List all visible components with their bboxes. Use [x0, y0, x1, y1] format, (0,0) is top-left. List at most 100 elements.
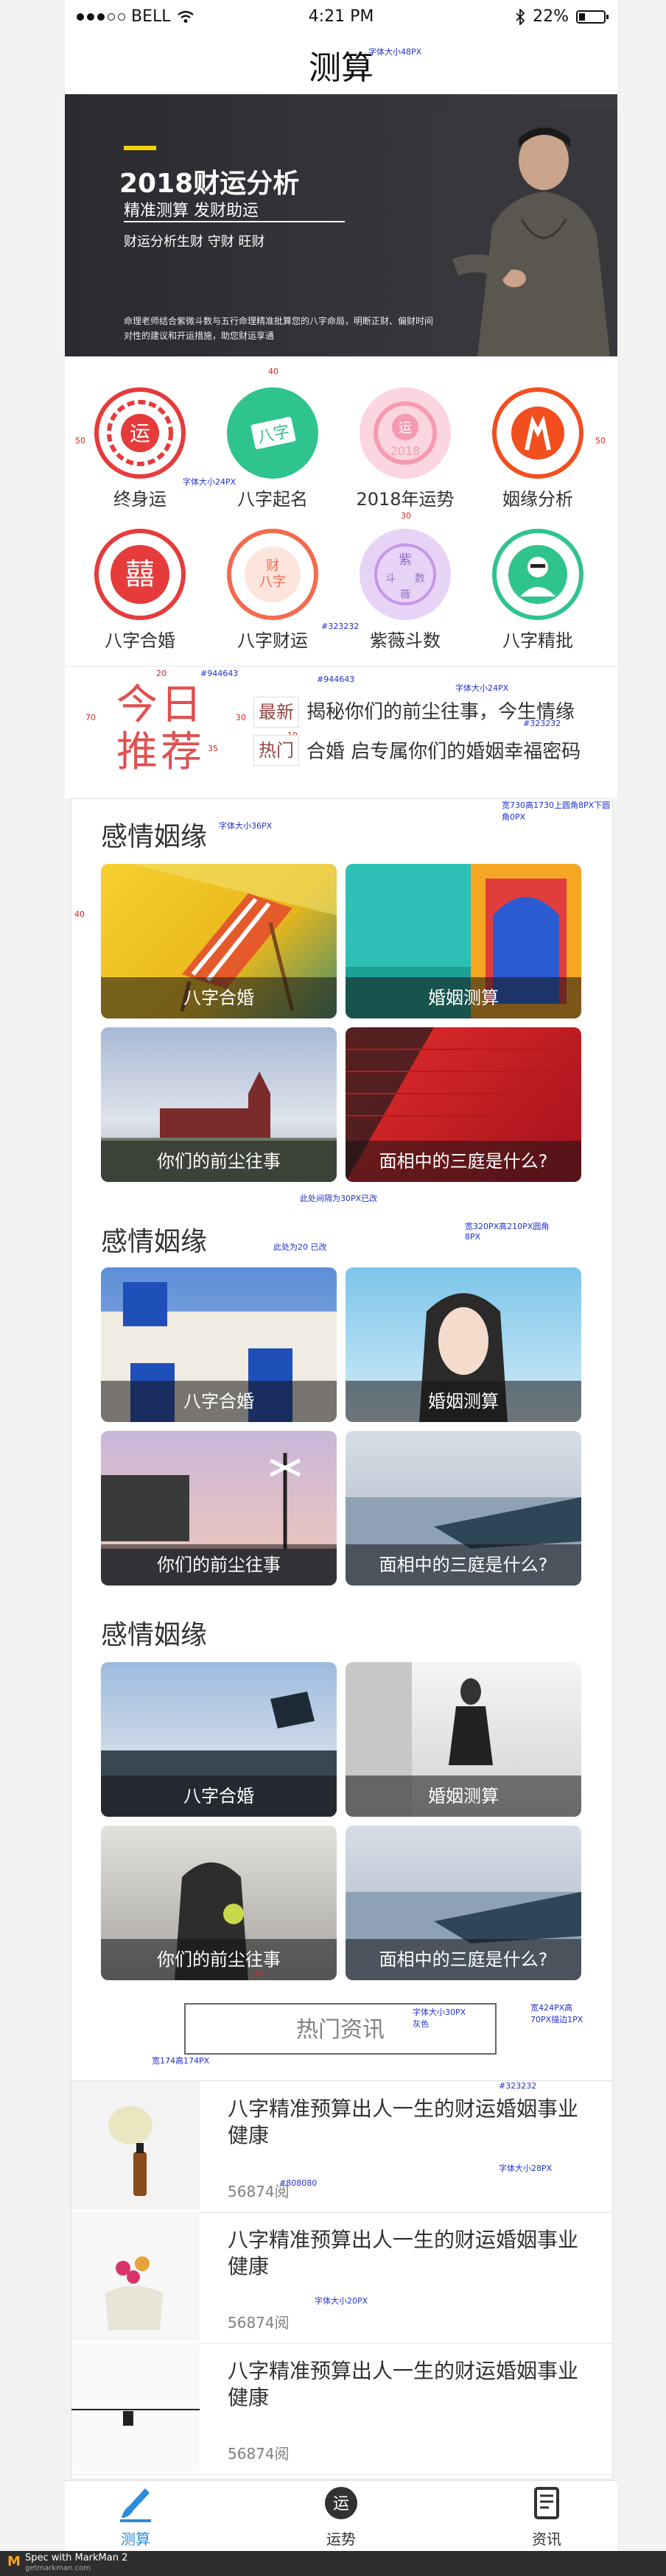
grid-label: 2018年运势: [356, 489, 455, 510]
annotation-card-size: 宽320PX高210PX圆角8PX: [465, 1222, 550, 1242]
tag-hot[interactable]: 热门: [253, 735, 299, 766]
card-caption: 婚姻测算: [346, 1381, 581, 1422]
bazi-match-icon[interactable]: 囍: [94, 529, 186, 620]
bazi-wealth-icon[interactable]: 财八字: [227, 529, 318, 620]
grid-label: 终身运: [113, 489, 166, 510]
news-read-count: 56874阅: [228, 2314, 290, 2332]
annotation-50-right: 50: [595, 436, 606, 446]
card-sections: 宽730高1730上圆角8PX下圆角0PX 字体大小36PX 40 此处间隔为3…: [71, 798, 613, 2081]
grid-item-match[interactable]: 囍 八字合婚: [81, 529, 199, 652]
annotation-30: 30: [401, 511, 411, 521]
annotation-color-944643-b: #944643: [317, 675, 355, 684]
news-thumbnail: [71, 2343, 200, 2471]
markman-footer: M Spec with MarkMan 2 getmarkman.com: [0, 2551, 666, 2576]
annotation-35: 35: [208, 744, 218, 753]
grid-item-ziwei[interactable]: 紫斗 数薇 紫薇斗数: [346, 529, 464, 652]
markman-logo: M: [7, 2554, 21, 2569]
card-caption: 八字合婚: [101, 977, 337, 1018]
page-title: 测算: [309, 49, 374, 87]
status-right: 22%: [515, 7, 609, 26]
card-caption: 你们的前尘往事: [101, 1544, 337, 1586]
bluetooth-icon: [516, 8, 525, 25]
svg-text:运: 运: [333, 2495, 349, 2513]
markman-brand: Spec with MarkMan 2: [25, 2552, 128, 2563]
bazi-detail-icon[interactable]: [492, 529, 583, 620]
news-item[interactable]: 八字精准预算出人一生的财运婚姻事业健康 56874阅: [71, 2081, 612, 2213]
tab-label: 运势: [326, 2530, 356, 2548]
annotation-40: 40: [268, 367, 278, 376]
news-item[interactable]: 八字精准预算出人一生的财运婚姻事业健康 56874阅: [71, 2343, 612, 2475]
svg-text:薇: 薇: [400, 589, 410, 601]
card-marriage[interactable]: 婚姻测算: [346, 864, 581, 1018]
ziwei-icon[interactable]: 紫斗 数薇: [360, 529, 451, 620]
recommend-link-2[interactable]: 合婚 启专属你们的婚姻幸福密码: [306, 736, 581, 764]
svg-text:八字: 八字: [259, 574, 286, 590]
annotation-gap: 此处间隔为30PX已改: [300, 1194, 378, 1203]
card-caption: 八字合婚: [101, 1776, 337, 1817]
annotation-70: 70: [85, 713, 96, 722]
news-read-count: 56874阅: [228, 2445, 290, 2463]
feature-icon-grid: 40 50 50 字体大小24PX 30 55 #323232 运 终身运 八字…: [65, 356, 617, 666]
card-past-life[interactable]: 你们的前尘往事: [101, 1027, 337, 1182]
tab-measure[interactable]: 测算: [91, 2485, 180, 2549]
grid-item-lifetime[interactable]: 运 终身运: [81, 387, 199, 510]
grid-label: 紫薇斗数: [370, 630, 441, 651]
svg-text:财: 财: [266, 558, 279, 574]
card-marriage-2[interactable]: 婚姻测算: [346, 1267, 581, 1422]
grid-item-marriage[interactable]: 姻缘分析: [479, 387, 597, 510]
tab-news[interactable]: 资讯: [502, 2485, 591, 2549]
banner-tags: 财运分析生财 守财 旺财: [124, 234, 265, 250]
tab-fortune[interactable]: 运 运势: [297, 2485, 385, 2549]
card-past-life-2[interactable]: 你们的前尘往事: [101, 1431, 337, 1586]
banner-title: 2018财运分析: [119, 169, 300, 199]
news-title: 八字精准预算出人一生的财运婚姻事业健康: [228, 2228, 579, 2278]
card-face-reading-3[interactable]: 面相中的三庭是什么?: [346, 1826, 581, 1980]
card-caption: 面相中的三庭是什么?: [346, 1544, 581, 1586]
tag-newest[interactable]: 最新: [253, 697, 299, 728]
grid-label: 八字合婚: [105, 630, 175, 651]
lifetime-fortune-icon[interactable]: 运: [94, 387, 186, 479]
grid-item-2018[interactable]: 运 2018 2018年运势: [346, 387, 464, 510]
annotation-font24: 字体大小24PX: [455, 683, 509, 693]
card-bazi-match-2[interactable]: 八字合婚: [101, 1267, 337, 1422]
tab-label: 测算: [121, 2530, 150, 2548]
bazi-naming-icon[interactable]: 八字: [227, 387, 318, 479]
grid-item-naming[interactable]: 八字 八字起名: [214, 387, 332, 510]
battery-icon: [576, 10, 609, 24]
svg-text:运: 运: [399, 420, 412, 436]
fortune-banner[interactable]: 2018财运分析 精准测算 发财助运 财运分析生财 守财 旺财 命理老师结合紫微…: [65, 94, 617, 356]
card-bazi-match[interactable]: 八字合婚: [101, 864, 337, 1018]
grid-label: 八字精批: [502, 630, 573, 651]
annotation-img-size: 宽174高174PX: [152, 2056, 210, 2066]
document-icon: [534, 2487, 559, 2519]
news-title: 八字精准预算出人一生的财运婚姻事业健康: [228, 2359, 579, 2410]
today-recommend: 20 #944643 #944643 字体大小24PX 70 30 35 10 …: [65, 667, 617, 798]
marriage-analysis-icon[interactable]: [492, 387, 583, 479]
annotation-40b: 40: [74, 909, 85, 919]
card-caption: 你们的前尘往事: [101, 1141, 337, 1182]
annotation-title-font: 字体大小48PX: [368, 47, 422, 57]
grid-item-wealth[interactable]: 财八字 八字财运: [214, 529, 332, 652]
card-bazi-match-3[interactable]: 八字合婚: [101, 1662, 337, 1817]
news-title: 八字精准预算出人一生的财运婚姻事业健康: [228, 2097, 579, 2147]
card-caption: 八字合婚: [101, 1381, 337, 1422]
annotation-color-323232c: #323232: [499, 2081, 537, 2091]
fortune-2018-icon[interactable]: 运 2018: [360, 387, 451, 479]
card-face-reading[interactable]: 面相中的三庭是什么?: [346, 1027, 581, 1182]
fortune-master-image: [433, 109, 617, 356]
news-thumbnail: [71, 2212, 200, 2340]
news-item[interactable]: 八字精准预算出人一生的财运婚姻事业健康 56874阅: [71, 2212, 612, 2344]
annotation-hot-box: 宽424PX高70PX描边1PX: [530, 2003, 583, 2024]
grid-label: 八字起名: [237, 489, 308, 510]
svg-text:斗: 斗: [385, 573, 396, 585]
card-face-reading-2[interactable]: 面相中的三庭是什么?: [346, 1431, 581, 1586]
annotation-hot-size: 字体大小30PX灰色: [413, 2007, 466, 2029]
banner-accent-bar: [124, 146, 156, 150]
recommend-link-1[interactable]: 揭秘你们的前尘往事，今生情缘: [306, 697, 575, 724]
card-caption: 婚姻测算: [346, 977, 581, 1018]
grid-item-detail[interactable]: 八字精批: [479, 529, 597, 652]
markman-site: getmarkman.com: [25, 2564, 91, 2572]
status-bar: BELL 4:21 PM 22%: [65, 0, 617, 34]
card-marriage-3[interactable]: 婚姻测算: [346, 1662, 581, 1817]
card-past-life-3[interactable]: 你们的前尘往事: [101, 1826, 337, 1980]
